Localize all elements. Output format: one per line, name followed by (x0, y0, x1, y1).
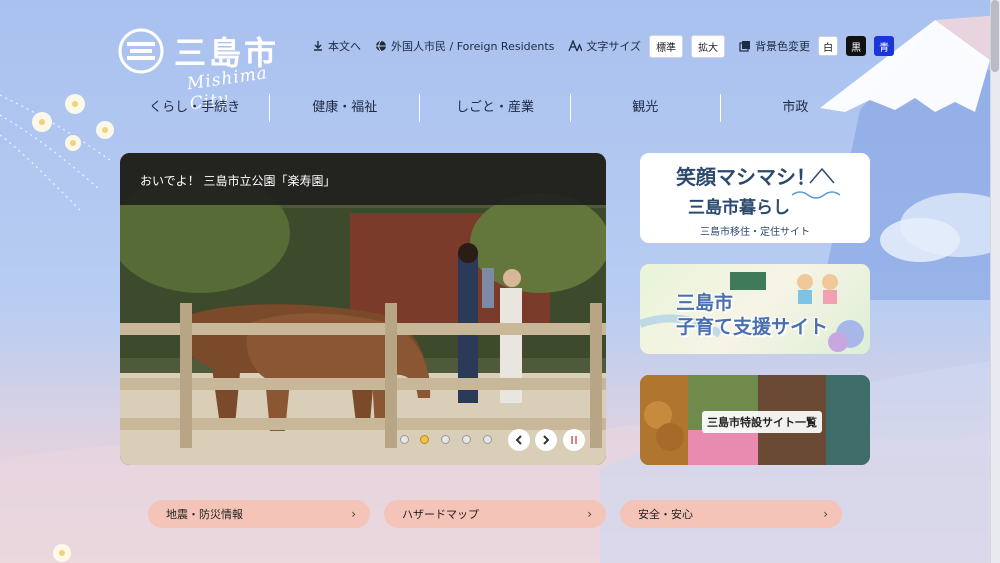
quick-link-safety[interactable]: 安全・安心 › (620, 500, 842, 528)
banner-childcare-site[interactable]: 三島市 子育て支援サイト (640, 264, 870, 354)
quick-link-hazard-map[interactable]: ハザードマップ › (384, 500, 606, 528)
download-arrow-icon (314, 41, 322, 51)
slide-dot-3[interactable] (441, 435, 450, 444)
banner-special-sites[interactable]: 三島市特設サイト一覧 (640, 375, 870, 465)
skip-to-content-link[interactable]: 本文へ (312, 38, 361, 54)
bg-blue-button[interactable]: 青 (874, 36, 895, 56)
bg-white-button[interactable]: 白 (818, 36, 839, 56)
font-size-large-button[interactable]: 拡大 (691, 34, 726, 58)
skip-label: 本文へ (328, 40, 361, 53)
foreign-label: 外国人市民 / Foreign Residents (391, 40, 555, 53)
nav-item-living[interactable]: くらし・手続き (120, 94, 269, 122)
nav-item-health[interactable]: 健康・福祉 (269, 94, 419, 122)
children-illustration-icon (640, 272, 864, 352)
chevron-right-icon: › (351, 507, 356, 521)
chevron-right-icon: › (823, 507, 828, 521)
global-nav: くらし・手続き 健康・福祉 しごと・産業 観光 市政 (120, 94, 870, 122)
utility-bar: 本文へ 外国人市民 / Foreign Residents 文字サイズ 標準 拡… (312, 34, 908, 58)
banner-special-sites-label: 三島市特設サイト一覧 (702, 411, 822, 433)
banner-relocation-line3: 三島市移住・定住サイト (700, 227, 810, 238)
chevron-right-icon: › (587, 507, 592, 521)
bg-black-button[interactable]: 黒 (846, 36, 867, 56)
banner-childcare-line2: 子育て支援サイト (676, 316, 829, 338)
slider-pause-button[interactable] (563, 429, 585, 451)
font-size-icon (568, 40, 583, 52)
font-size-standard-button[interactable]: 標準 (649, 34, 684, 58)
quick-link-label: ハザードマップ (402, 508, 479, 521)
slider-prev-button[interactable] (508, 429, 530, 451)
globe-icon (376, 40, 386, 52)
pause-icon (571, 436, 577, 444)
foreign-residents-link[interactable]: 外国人市民 / Foreign Residents (375, 38, 554, 54)
page-scrollbar[interactable] (990, 0, 1000, 563)
font-size-label: 文字サイズ (586, 40, 642, 53)
banner-relocation-site[interactable]: 笑顔マシマシ！ 三島市暮らし 三島市移住・定住サイト (640, 153, 870, 243)
nav-item-city-admin[interactable]: 市政 (719, 94, 870, 122)
chevron-left-icon (515, 435, 522, 445)
nav-item-work[interactable]: しごと・産業 (419, 94, 569, 122)
site-logo[interactable]: 三島市 Mishima City (118, 26, 308, 114)
font-size-control: 文字サイズ 標準 拡大 (568, 34, 726, 58)
slide-caption: おいでよ！ 三島市立公園「楽寿園」 (120, 153, 606, 205)
slide-dot-4[interactable] (462, 435, 471, 444)
hero-slider[interactable]: おいでよ！ 三島市立公園「楽寿園」 (120, 153, 606, 465)
slide-dot-5[interactable] (483, 435, 492, 444)
slide-dot-2[interactable] (420, 435, 429, 444)
chevron-right-icon (543, 435, 550, 445)
slider-next-button[interactable] (535, 429, 557, 451)
quick-link-label: 安全・安心 (638, 508, 693, 521)
mishima-emblem-icon (118, 28, 164, 74)
banner-childcare-line1: 三島市 (676, 292, 734, 314)
nav-item-tourism[interactable]: 観光 (569, 94, 720, 122)
scrollbar-thumb[interactable] (991, 0, 999, 72)
quick-link-label: 地震・防災情報 (166, 508, 243, 521)
window-icon (739, 41, 751, 52)
bg-color-label: 背景色変更 (755, 40, 811, 53)
quick-link-disaster-info[interactable]: 地震・防災情報 › (148, 500, 370, 528)
banner-relocation-line2: 三島市暮らし (688, 198, 790, 218)
bg-color-control: 背景色変更 白 黒 青 (739, 36, 895, 56)
slide-dot-1[interactable] (400, 435, 409, 444)
slider-controls (120, 429, 606, 451)
banner-relocation-line1: 笑顔マシマシ！ (676, 165, 816, 189)
